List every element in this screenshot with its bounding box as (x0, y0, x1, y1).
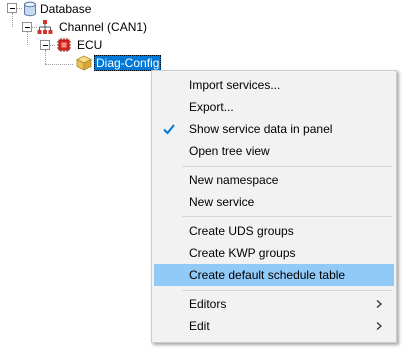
menu-item-label: Import services... (189, 78, 281, 92)
menu-item-label: Create KWP groups (189, 246, 296, 260)
menu-separator (182, 166, 392, 167)
menu-item-create-kwp-groups[interactable]: Create KWP groups (154, 242, 394, 264)
collapse-icon[interactable] (7, 3, 17, 13)
menu-separator (182, 216, 392, 217)
collapse-icon[interactable] (40, 40, 50, 50)
menu-item-label: Create default schedule table (189, 268, 346, 282)
menu-item-label: Editors (189, 297, 227, 311)
tree-node-database[interactable]: Database (38, 1, 93, 17)
menu-item-create-default-schedule-table[interactable]: Create default schedule table (154, 264, 394, 286)
tree-node-channel[interactable]: Channel (CAN1) (57, 19, 149, 35)
tree-connector (45, 50, 46, 64)
menu-item-edit[interactable]: Edit (154, 315, 394, 337)
ecu-chip-icon (57, 38, 71, 52)
menu-item-export[interactable]: Export... (154, 96, 394, 118)
menu-item-show-service-data[interactable]: Show service data in panel (154, 118, 394, 140)
menu-item-label: Edit (189, 319, 210, 333)
menu-item-label: Create UDS groups (189, 224, 294, 238)
menu-item-import-services[interactable]: Import services... (154, 74, 394, 96)
chevron-right-icon (376, 322, 382, 330)
context-menu: Import services... Export... Show servic… (151, 70, 397, 343)
menu-item-editors[interactable]: Editors (154, 293, 394, 315)
menu-item-create-uds-groups[interactable]: Create UDS groups (154, 220, 394, 242)
checkmark-icon (163, 124, 175, 135)
menu-item-label: Show service data in panel (189, 122, 333, 136)
tree-node-diag-config[interactable]: Diag-Config (94, 55, 162, 71)
menu-separator (182, 290, 392, 291)
menu-item-label: Open tree view (189, 144, 270, 158)
database-icon (24, 1, 36, 17)
box-package-icon (76, 55, 92, 71)
menu-item-new-namespace[interactable]: New namespace (154, 169, 394, 191)
menu-item-new-service[interactable]: New service (154, 191, 394, 213)
menu-item-label: New namespace (189, 173, 279, 187)
tree-node-ecu[interactable]: ECU (75, 37, 104, 53)
tree-connector (12, 13, 13, 27)
chevron-right-icon (376, 300, 382, 308)
menu-item-label: Export... (189, 100, 234, 114)
collapse-icon[interactable] (22, 22, 32, 32)
menu-item-label: New service (189, 195, 255, 209)
network-icon (37, 20, 53, 34)
tree-connector (27, 31, 28, 45)
menu-item-open-tree-view[interactable]: Open tree view (154, 140, 394, 162)
tree-connector (45, 64, 73, 65)
